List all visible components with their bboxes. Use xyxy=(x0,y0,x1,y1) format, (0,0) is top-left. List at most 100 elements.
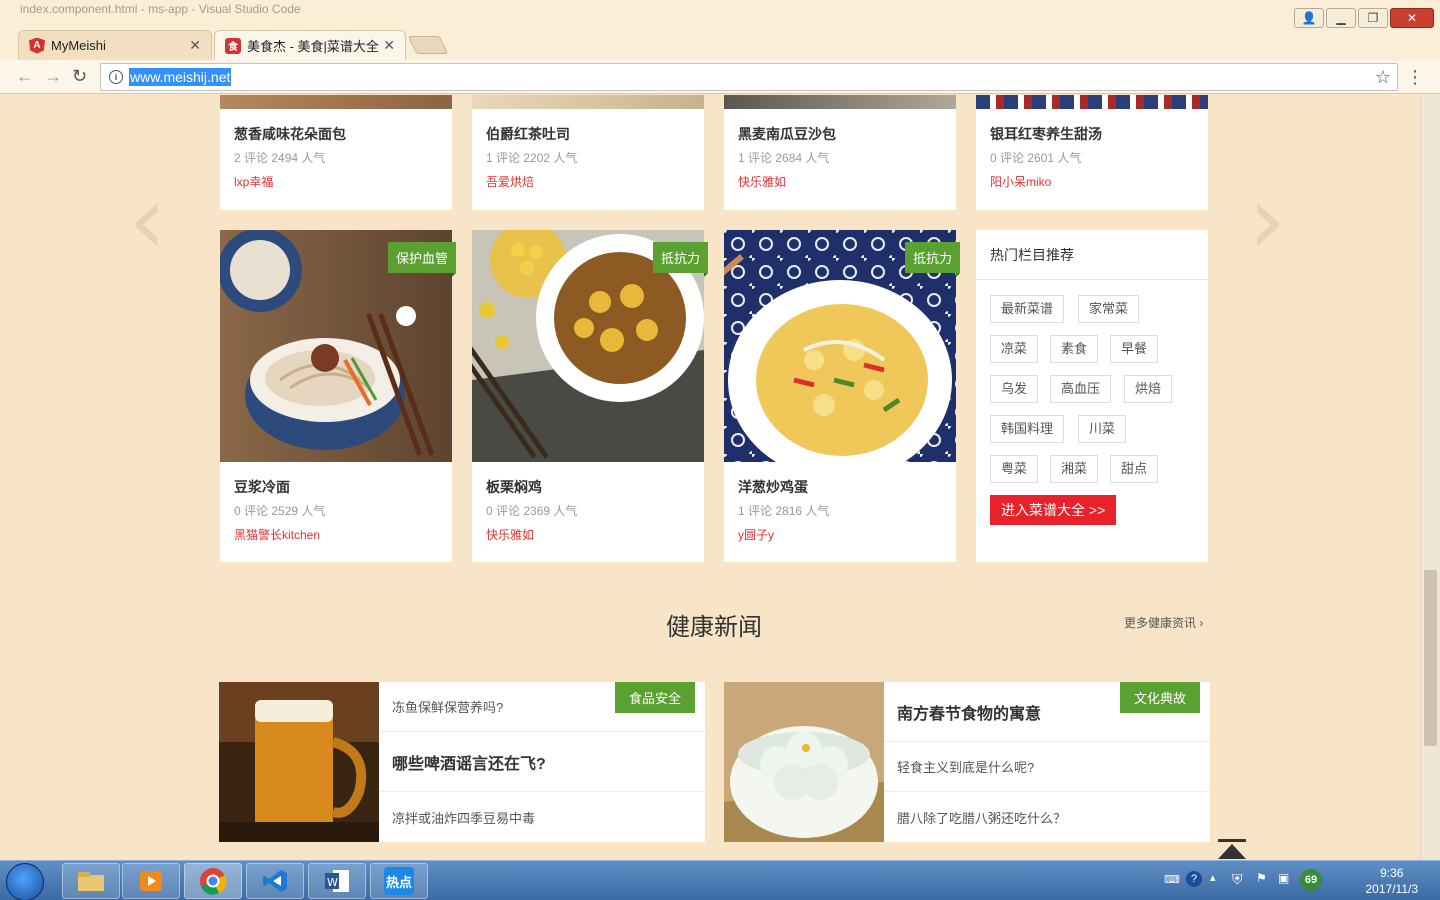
news-item[interactable]: 腊八除了吃腊八粥还吃什么？ xyxy=(884,792,1210,842)
news-title[interactable]: 轻食主义到底是什么呢? xyxy=(897,757,1034,776)
category-tag[interactable]: 湘菜 xyxy=(1050,455,1099,483)
chrome-icon[interactable] xyxy=(184,863,242,899)
recipe-name[interactable]: 伯爵红茶吐司 xyxy=(486,124,570,144)
info-icon[interactable]: i xyxy=(109,70,123,84)
page-scrollbar[interactable] xyxy=(1420,95,1440,860)
recipe-stats: 1 评论 2684 人气 xyxy=(738,151,830,165)
category-tag[interactable]: 最新菜谱 xyxy=(990,295,1065,323)
recipe-name[interactable]: 豆浆冷面 xyxy=(234,477,290,497)
recipe-card[interactable]: 保护血管 豆浆冷面 0 评论 2529 人气 黑猫警长kitchen xyxy=(220,230,457,562)
recipe-tag[interactable]: 抵抗力 xyxy=(652,242,709,277)
security-badge[interactable]: 69 xyxy=(1300,869,1322,891)
recipe-tag[interactable]: 抵抗力 xyxy=(904,242,961,277)
recipe-name[interactable]: 洋葱炒鸡蛋 xyxy=(738,477,808,497)
menu-icon[interactable]: ⋮ xyxy=(1406,67,1424,88)
recipe-stats: 0 评论 2369 人气 xyxy=(486,504,578,518)
media-player-icon[interactable] xyxy=(122,863,180,899)
recipe-author[interactable]: 快乐雅如 xyxy=(738,173,786,190)
category-tag[interactable]: 乌发 xyxy=(990,375,1039,403)
recipe-card[interactable]: 抵抗力 板栗焖鸡 0 评论 2369 人气 快乐雅如 xyxy=(472,230,709,562)
chevron-right-icon: › xyxy=(1199,616,1204,630)
clock[interactable]: 9:36 2017/11/3 xyxy=(1366,865,1419,897)
category-tag[interactable]: 高血压 xyxy=(1050,375,1112,403)
flag-icon[interactable]: ⚑ xyxy=(1256,871,1267,885)
tab-meishij[interactable]: 食 美食杰 - 美食|菜谱大全| ✕ xyxy=(214,30,406,60)
category-tag[interactable]: 凉菜 xyxy=(990,335,1039,363)
category-tag[interactable]: 韩国料理 xyxy=(990,415,1065,443)
tray-expand-icon[interactable]: ▴ xyxy=(1210,871,1216,884)
window-controls: 👤 ▁ ❐ ✕ xyxy=(1294,8,1434,28)
scrollbar-thumb[interactable] xyxy=(1424,570,1437,746)
news-title[interactable]: 南方春节食物的寓意 xyxy=(897,700,1041,724)
more-health-link[interactable]: 更多健康资讯 › xyxy=(1124,614,1203,631)
keyboard-icon[interactable]: ⌨ xyxy=(1164,873,1180,886)
recipe-author[interactable]: lxp幸福 xyxy=(234,173,273,190)
close-window-button[interactable]: ✕ xyxy=(1390,8,1434,28)
back-to-top-icon[interactable] xyxy=(1212,837,1252,860)
minimize-button[interactable]: ▁ xyxy=(1326,8,1356,28)
hotspot-app-icon[interactable]: 热点 xyxy=(370,863,428,899)
start-button[interactable] xyxy=(6,863,44,900)
recipe-image xyxy=(724,95,956,109)
recipe-card[interactable]: 葱香咸味花朵面包 2 评论 2494 人气 lxp幸福 xyxy=(220,95,452,210)
browser-titlebar: index.component.html - ms-app - Visual S… xyxy=(0,0,1440,62)
category-tag[interactable]: 烘焙 xyxy=(1124,375,1173,403)
recipe-name[interactable]: 银耳红枣养生甜汤 xyxy=(990,124,1102,144)
category-tag[interactable]: 甜点 xyxy=(1110,455,1159,483)
recipe-name[interactable]: 葱香咸味花朵面包 xyxy=(234,124,346,144)
help-icon[interactable]: ? xyxy=(1186,871,1202,887)
recipe-image xyxy=(220,95,452,109)
recipe-card[interactable]: 银耳红枣养生甜汤 0 评论 2601 人气 阳小呆miko xyxy=(976,95,1208,210)
hotspot-app-label: 热点 xyxy=(384,867,414,895)
bookmark-star-icon[interactable]: ☆ xyxy=(1375,67,1391,88)
recipe-catalog-button[interactable]: 进入菜谱大全 >> xyxy=(990,495,1117,525)
tab-mymeishi[interactable]: A MyMeishi ✕ xyxy=(18,30,212,60)
recipe-tag[interactable]: 保护血管 xyxy=(387,242,457,277)
recipe-name[interactable]: 板栗焖鸡 xyxy=(486,477,542,497)
close-icon[interactable]: ✕ xyxy=(189,37,201,54)
recipe-name[interactable]: 黑麦南瓜豆沙包 xyxy=(738,124,836,144)
category-tag[interactable]: 家常菜 xyxy=(1078,295,1140,323)
explorer-icon[interactable] xyxy=(62,863,120,899)
forward-icon[interactable]: → xyxy=(44,66,62,87)
url-text[interactable]: www.meishij.net xyxy=(129,68,232,86)
vscode-icon[interactable] xyxy=(246,863,304,899)
news-title[interactable]: 冻鱼保鲜保营养吗? xyxy=(392,697,503,716)
angular-icon: A xyxy=(29,37,45,54)
new-tab-button[interactable] xyxy=(407,36,449,54)
news-title[interactable]: 腊八除了吃腊八粥还吃什么？ xyxy=(897,808,1066,827)
news-tag[interactable]: 文化典故 xyxy=(1119,682,1200,713)
category-tag[interactable]: 粤菜 xyxy=(990,455,1039,483)
news-title[interactable]: 哪些啤酒谣言还在飞? xyxy=(392,750,546,774)
news-item[interactable]: 哪些啤酒谣言还在飞? xyxy=(379,732,705,792)
browser-toolbar: ← → ↻ i www.meishij.net ☆ ⋮ xyxy=(0,60,1440,94)
news-image[interactable] xyxy=(219,682,379,842)
maximize-button[interactable]: ❐ xyxy=(1358,8,1388,28)
word-icon[interactable]: W xyxy=(308,863,366,899)
news-item[interactable]: 轻食主义到底是什么呢? xyxy=(884,742,1210,792)
carousel-next-icon[interactable]: › xyxy=(1248,172,1298,268)
recipe-author[interactable]: 快乐雅如 xyxy=(486,526,534,543)
news-image[interactable] xyxy=(724,682,884,842)
category-tag[interactable]: 素食 xyxy=(1050,335,1099,363)
recipe-card[interactable]: 抵抗力 洋葱炒鸡蛋 1 评论 2816 人气 y圆子y xyxy=(724,230,961,562)
category-tag[interactable]: 早餐 xyxy=(1110,335,1159,363)
back-icon[interactable]: ← xyxy=(16,66,34,87)
recipe-card[interactable]: 黑麦南瓜豆沙包 1 评论 2684 人气 快乐雅如 xyxy=(724,95,956,210)
news-item[interactable]: 凉拌或油炸四季豆易中毒 xyxy=(379,792,705,842)
news-title[interactable]: 凉拌或油炸四季豆易中毒 xyxy=(392,808,535,827)
category-tag[interactable]: 川菜 xyxy=(1078,415,1127,443)
recipe-author[interactable]: 黑猫警长kitchen xyxy=(234,526,320,543)
carousel-prev-icon[interactable]: ‹ xyxy=(128,172,178,268)
address-bar[interactable]: i www.meishij.net ☆ xyxy=(100,63,1398,91)
recipe-author[interactable]: 阳小呆miko xyxy=(990,173,1051,190)
shield-icon[interactable]: ⛨ xyxy=(1232,871,1243,888)
recipe-author[interactable]: y圆子y xyxy=(738,526,774,543)
reload-icon[interactable]: ↻ xyxy=(72,66,87,87)
recipe-author[interactable]: 吾爱烘焙 xyxy=(486,173,534,190)
recipe-card[interactable]: 伯爵红茶吐司 1 评论 2202 人气 吾爱烘焙 xyxy=(472,95,704,210)
user-icon[interactable]: 👤 xyxy=(1294,8,1324,28)
news-tag[interactable]: 食品安全 xyxy=(614,682,695,713)
close-icon[interactable]: ✕ xyxy=(383,37,395,54)
network-icon[interactable]: ▣ xyxy=(1278,871,1289,885)
